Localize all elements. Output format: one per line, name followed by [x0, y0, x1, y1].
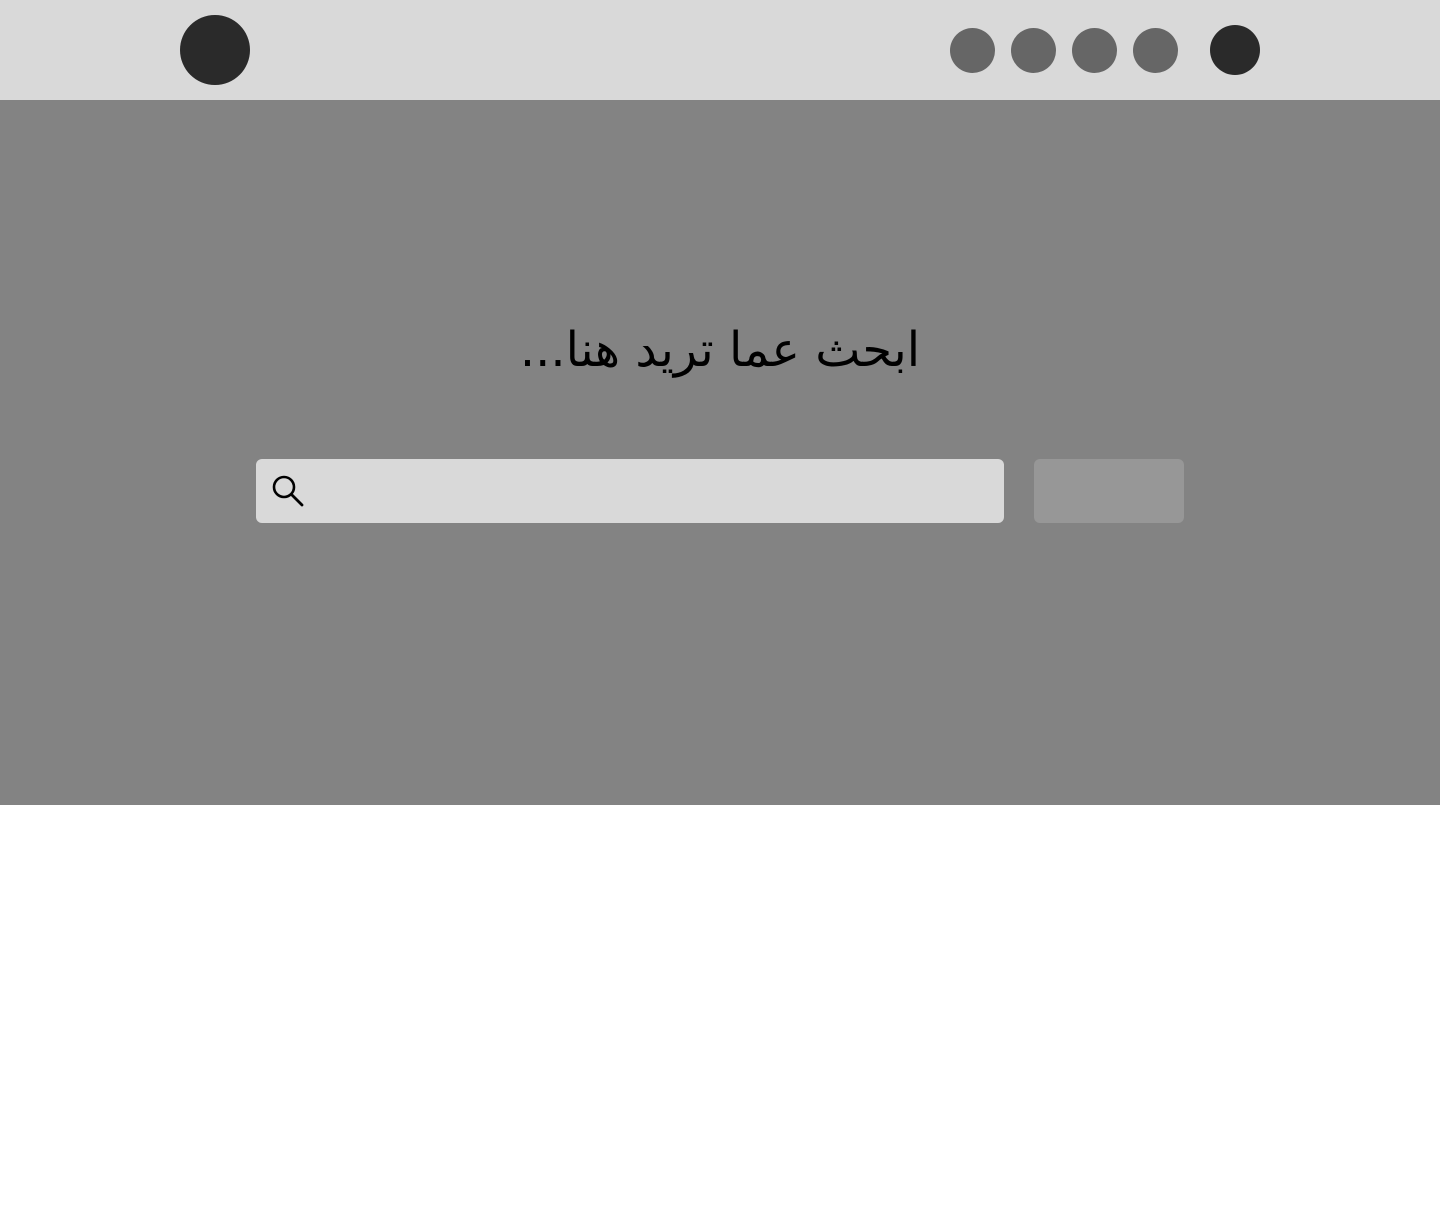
user-avatar[interactable] [1210, 25, 1260, 75]
hero-section: ابحث عما تريد هنا... [0, 100, 1440, 805]
top-navigation-bar [0, 0, 1440, 100]
nav-item-3-icon[interactable] [1072, 28, 1117, 73]
search-button[interactable] [1034, 459, 1184, 523]
hero-title: ابحث عما تريد هنا... [519, 322, 921, 378]
search-field[interactable] [256, 459, 1004, 523]
search-icon [272, 475, 304, 507]
nav-item-4-icon[interactable] [1133, 28, 1178, 73]
nav-item-2-icon[interactable] [1011, 28, 1056, 73]
content-area [0, 805, 1440, 1227]
logo-icon[interactable] [180, 15, 250, 85]
nav-item-1-icon[interactable] [950, 28, 995, 73]
search-input[interactable] [316, 459, 992, 523]
